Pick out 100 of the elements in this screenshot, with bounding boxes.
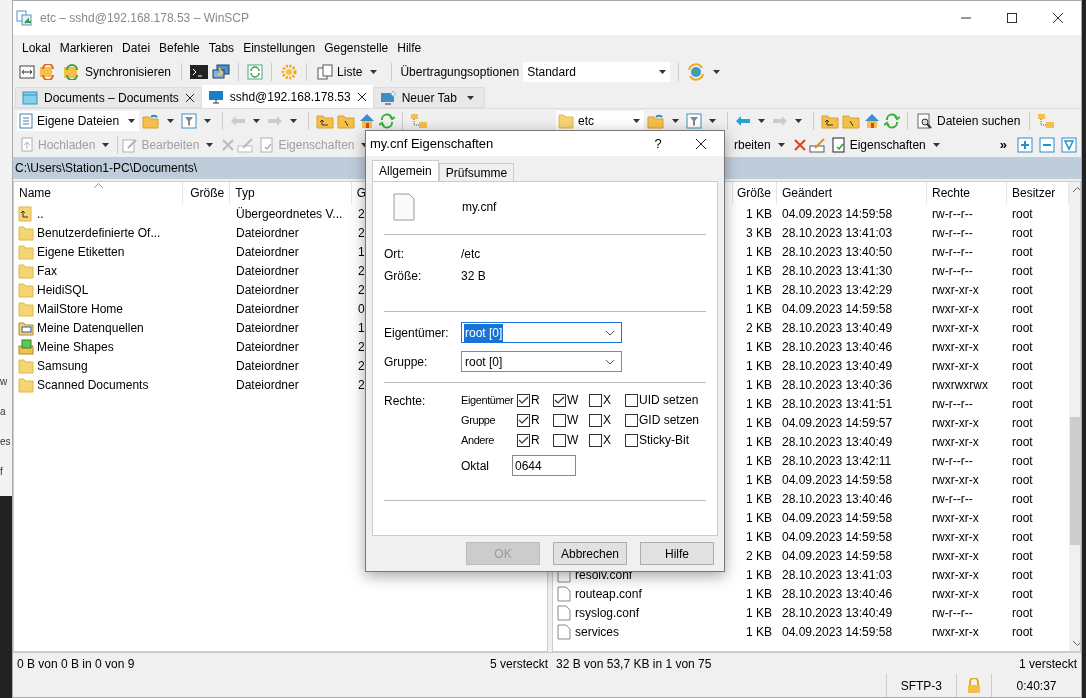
table-cell: Dateiordner bbox=[236, 263, 299, 278]
table-cell-text: 28.10.2023 13:40:46 bbox=[782, 585, 893, 603]
status-text: 32 B von 53,7 KB in 1 von 75 bbox=[556, 655, 712, 673]
field-label: Oktal bbox=[461, 458, 489, 473]
table-cell-text: 1 KB bbox=[746, 414, 772, 432]
table-cell-text: rwxrwxrwx bbox=[932, 376, 988, 394]
table-cell-text: 3 KB bbox=[746, 224, 772, 242]
table-cell: Dateiordner bbox=[236, 320, 299, 335]
field-label: Eigentümer: bbox=[384, 324, 450, 342]
table-cell-text: 1 KB bbox=[746, 262, 772, 280]
table-cell-text: 28.10.2023 13:40:46 bbox=[782, 490, 893, 508]
table-cell-text: rwxr-xr-x bbox=[932, 509, 979, 527]
table-cell: 0 bbox=[358, 301, 365, 316]
toolbar-label: Übertragungsoptionen bbox=[400, 64, 520, 81]
file-name: my.cnf bbox=[462, 199, 497, 216]
background-text: f bbox=[0, 466, 3, 478]
table-cell-text: root bbox=[1012, 566, 1033, 584]
table-cell: Dateiordner bbox=[236, 244, 299, 259]
table-cell: Dateiordner bbox=[236, 377, 299, 392]
table-cell-text: 2 KB bbox=[746, 547, 772, 565]
field-label: Ort: bbox=[384, 246, 405, 261]
status-text: 0 B von 0 B in 0 von 9 bbox=[17, 655, 135, 673]
table-cell: Dateiordner bbox=[236, 301, 299, 316]
table-cell-text: 1 KB bbox=[746, 509, 772, 527]
table-cell-text: root bbox=[1012, 623, 1033, 641]
table-cell-text: root bbox=[1012, 528, 1033, 546]
table-cell-text: 1 KB bbox=[746, 585, 772, 603]
row-label: Gruppe bbox=[461, 414, 496, 426]
table-cell-text: rw-r--r-- bbox=[932, 205, 973, 223]
table-cell-text: root bbox=[1012, 281, 1033, 299]
table-cell-text: root bbox=[1012, 300, 1033, 318]
table-cell-text: 1 KB bbox=[746, 395, 772, 413]
table-cell: 2 bbox=[358, 377, 365, 392]
table-cell-text: root bbox=[1012, 262, 1033, 280]
table-cell-text: root bbox=[1012, 376, 1033, 394]
table-cell-text: rwxr-xr-x bbox=[932, 357, 979, 375]
table-cell-text: 04.09.2023 14:59:58 bbox=[782, 300, 893, 318]
field-value: 32 B bbox=[461, 268, 486, 283]
table-cell-text: 1 KB bbox=[746, 604, 772, 622]
row-label: Eigentümer bbox=[461, 394, 514, 406]
table-cell-text: 1 KB bbox=[746, 357, 772, 375]
table-cell-text: 28.10.2023 13:41:03 bbox=[782, 224, 893, 242]
table-cell-text: root bbox=[1012, 547, 1033, 565]
table-cell-text: 28.10.2023 13:41:30 bbox=[782, 262, 893, 280]
table-cell-text: root bbox=[1012, 433, 1033, 451]
background-text: w bbox=[0, 376, 8, 388]
table-cell-text: rwxr-xr-x bbox=[932, 338, 979, 356]
table-cell-text: root bbox=[1012, 338, 1033, 356]
table-cell-text: 28.10.2023 13:40:49 bbox=[782, 604, 893, 622]
table-cell: Dateiordner bbox=[236, 358, 299, 373]
table-cell-text: 04.09.2023 14:59:58 bbox=[782, 509, 893, 527]
table-cell-text: root bbox=[1012, 414, 1033, 432]
table-cell-text: 04.09.2023 14:59:58 bbox=[782, 623, 893, 641]
table-cell-text: rwxr-xr-x bbox=[932, 623, 979, 641]
session-timer: 0:40:37 bbox=[1016, 677, 1057, 695]
table-cell-text: rw-r--r-- bbox=[932, 452, 973, 470]
table-cell-text: 28.10.2023 13:41:51 bbox=[782, 395, 893, 413]
table-cell-text: root bbox=[1012, 490, 1033, 508]
table-cell-text: 04.09.2023 14:59:58 bbox=[782, 528, 893, 546]
table-cell-text: rwxr-xr-x bbox=[932, 281, 979, 299]
table-cell-text: 28.10.2023 13:40:36 bbox=[782, 376, 893, 394]
table-cell-text: 1 KB bbox=[746, 243, 772, 261]
table-cell: 2 bbox=[358, 206, 365, 221]
table-cell-text: rw-r--r-- bbox=[932, 262, 973, 280]
table-cell-text: root bbox=[1012, 452, 1033, 470]
table-cell-text: root bbox=[1012, 471, 1033, 489]
table-cell-text: rw-r--r-- bbox=[932, 604, 973, 622]
table-cell-text: rwxr-xr-x bbox=[932, 300, 979, 318]
table-cell-text: 04.09.2023 14:59:58 bbox=[782, 471, 893, 489]
table-cell: 2 bbox=[358, 225, 365, 240]
table-cell-text: 28.10.2023 13:40:49 bbox=[782, 319, 893, 337]
table-cell: 2 bbox=[358, 263, 365, 278]
table-cell-text: root bbox=[1012, 585, 1033, 603]
background-text: es bbox=[0, 436, 11, 448]
table-cell-text: root bbox=[1012, 243, 1033, 261]
table-cell-text: rwxr-xr-x bbox=[932, 414, 979, 432]
table-cell: 1 bbox=[358, 244, 365, 259]
table-cell-text: 1 KB bbox=[746, 433, 772, 451]
table-cell-text: root bbox=[1012, 604, 1033, 622]
table-cell-text: rw-r--r-- bbox=[932, 490, 973, 508]
table-cell-text: 04.09.2023 14:59:58 bbox=[782, 205, 893, 223]
table-cell-text: root bbox=[1012, 357, 1033, 375]
status-text: 1 versteckt bbox=[1018, 655, 1077, 673]
field-label: Rechte: bbox=[384, 393, 427, 408]
table-cell-text: 04.09.2023 14:59:58 bbox=[782, 547, 893, 565]
table-cell-text: 28.10.2023 13:41:03 bbox=[782, 566, 893, 584]
table-cell-text: 1 KB bbox=[746, 376, 772, 394]
table-cell-text: 1 KB bbox=[746, 623, 772, 641]
background-text: a bbox=[0, 406, 6, 418]
table-cell-text: 28.10.2023 13:40:46 bbox=[782, 338, 893, 356]
table-cell-text: root bbox=[1012, 319, 1033, 337]
table-cell: 2 bbox=[358, 339, 365, 354]
status-text: 5 versteckt bbox=[489, 655, 548, 673]
row-label: Andere bbox=[461, 434, 495, 446]
table-cell-text: rwxr-xr-x bbox=[932, 547, 979, 565]
table-cell-text: 1 KB bbox=[746, 281, 772, 299]
table-cell: Dateiordner bbox=[236, 339, 299, 354]
table-cell-text: 1 KB bbox=[746, 490, 772, 508]
table-cell: Dateiordner bbox=[236, 225, 299, 240]
table-cell-text: 28.10.2023 13:42:11 bbox=[782, 452, 892, 470]
